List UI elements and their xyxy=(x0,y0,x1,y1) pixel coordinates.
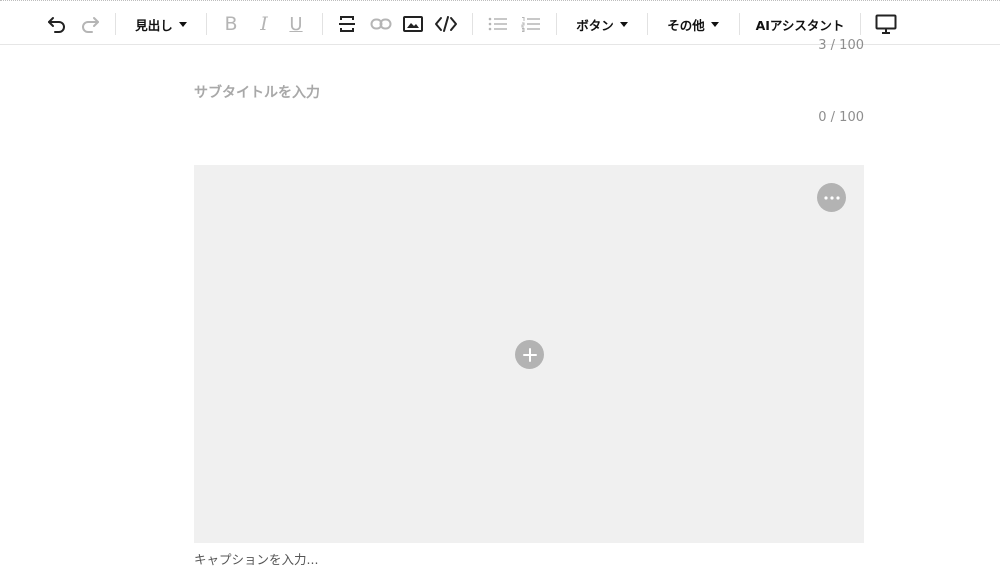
redo-button[interactable] xyxy=(77,10,103,38)
redo-icon xyxy=(82,17,99,33)
toolbar-separator xyxy=(556,13,557,35)
more-options-button[interactable] xyxy=(817,183,846,212)
undo-button[interactable] xyxy=(44,10,70,38)
monitor-icon xyxy=(875,14,897,34)
image-placeholder-block[interactable] xyxy=(194,165,864,543)
subtitle-input[interactable]: サブタイトルを入力 xyxy=(194,82,320,102)
undo-icon xyxy=(48,17,65,33)
code-icon xyxy=(435,16,457,32)
ai-assistant-button[interactable]: AIアシスタント xyxy=(755,10,845,38)
plus-icon xyxy=(522,347,537,362)
link-icon xyxy=(370,18,392,30)
preview-button[interactable] xyxy=(873,10,899,38)
button-dropdown[interactable]: ボタン xyxy=(573,10,631,38)
other-dropdown-label: その他 xyxy=(667,17,705,33)
other-dropdown[interactable]: その他 xyxy=(664,10,722,38)
toolbar-separator xyxy=(206,13,207,35)
strikethrough-icon xyxy=(339,16,355,32)
toolbar-separator xyxy=(739,13,740,35)
toolbar-separator xyxy=(860,13,861,35)
heading-label: 見出し xyxy=(135,17,173,33)
caption-input[interactable]: キャプションを入力... xyxy=(194,549,318,568)
chevron-down-icon xyxy=(710,21,719,27)
image-icon xyxy=(403,16,423,32)
numbered-list-icon xyxy=(521,17,540,32)
bullet-list-button[interactable] xyxy=(486,10,510,38)
chevron-down-icon xyxy=(619,21,628,27)
title-char-counter: 3 / 100 xyxy=(818,38,864,53)
strikethrough-button[interactable] xyxy=(335,10,359,38)
subtitle-char-counter: 0 / 100 xyxy=(818,110,864,125)
toolbar-separator xyxy=(647,13,648,35)
link-button[interactable] xyxy=(368,10,394,38)
toolbar-separator xyxy=(472,13,473,35)
italic-button[interactable]: I xyxy=(252,10,276,38)
ai-assistant-label: AIアシスタント xyxy=(755,17,845,33)
image-button[interactable] xyxy=(401,10,425,38)
italic-icon: I xyxy=(260,13,268,35)
toolbar-separator xyxy=(322,13,323,35)
add-image-button[interactable] xyxy=(515,340,544,369)
button-dropdown-label: ボタン xyxy=(576,17,614,33)
toolbar-separator xyxy=(115,13,116,35)
more-icon xyxy=(823,195,840,200)
bold-button[interactable]: B xyxy=(219,10,243,38)
bullet-list-icon xyxy=(488,17,507,31)
numbered-list-button[interactable] xyxy=(519,10,543,38)
chevron-down-icon xyxy=(178,21,187,27)
bold-icon: B xyxy=(224,13,238,35)
heading-dropdown[interactable]: 見出し xyxy=(133,10,189,38)
code-button[interactable] xyxy=(433,10,459,38)
underline-button[interactable]: U xyxy=(284,10,308,38)
underline-icon: U xyxy=(289,13,303,35)
